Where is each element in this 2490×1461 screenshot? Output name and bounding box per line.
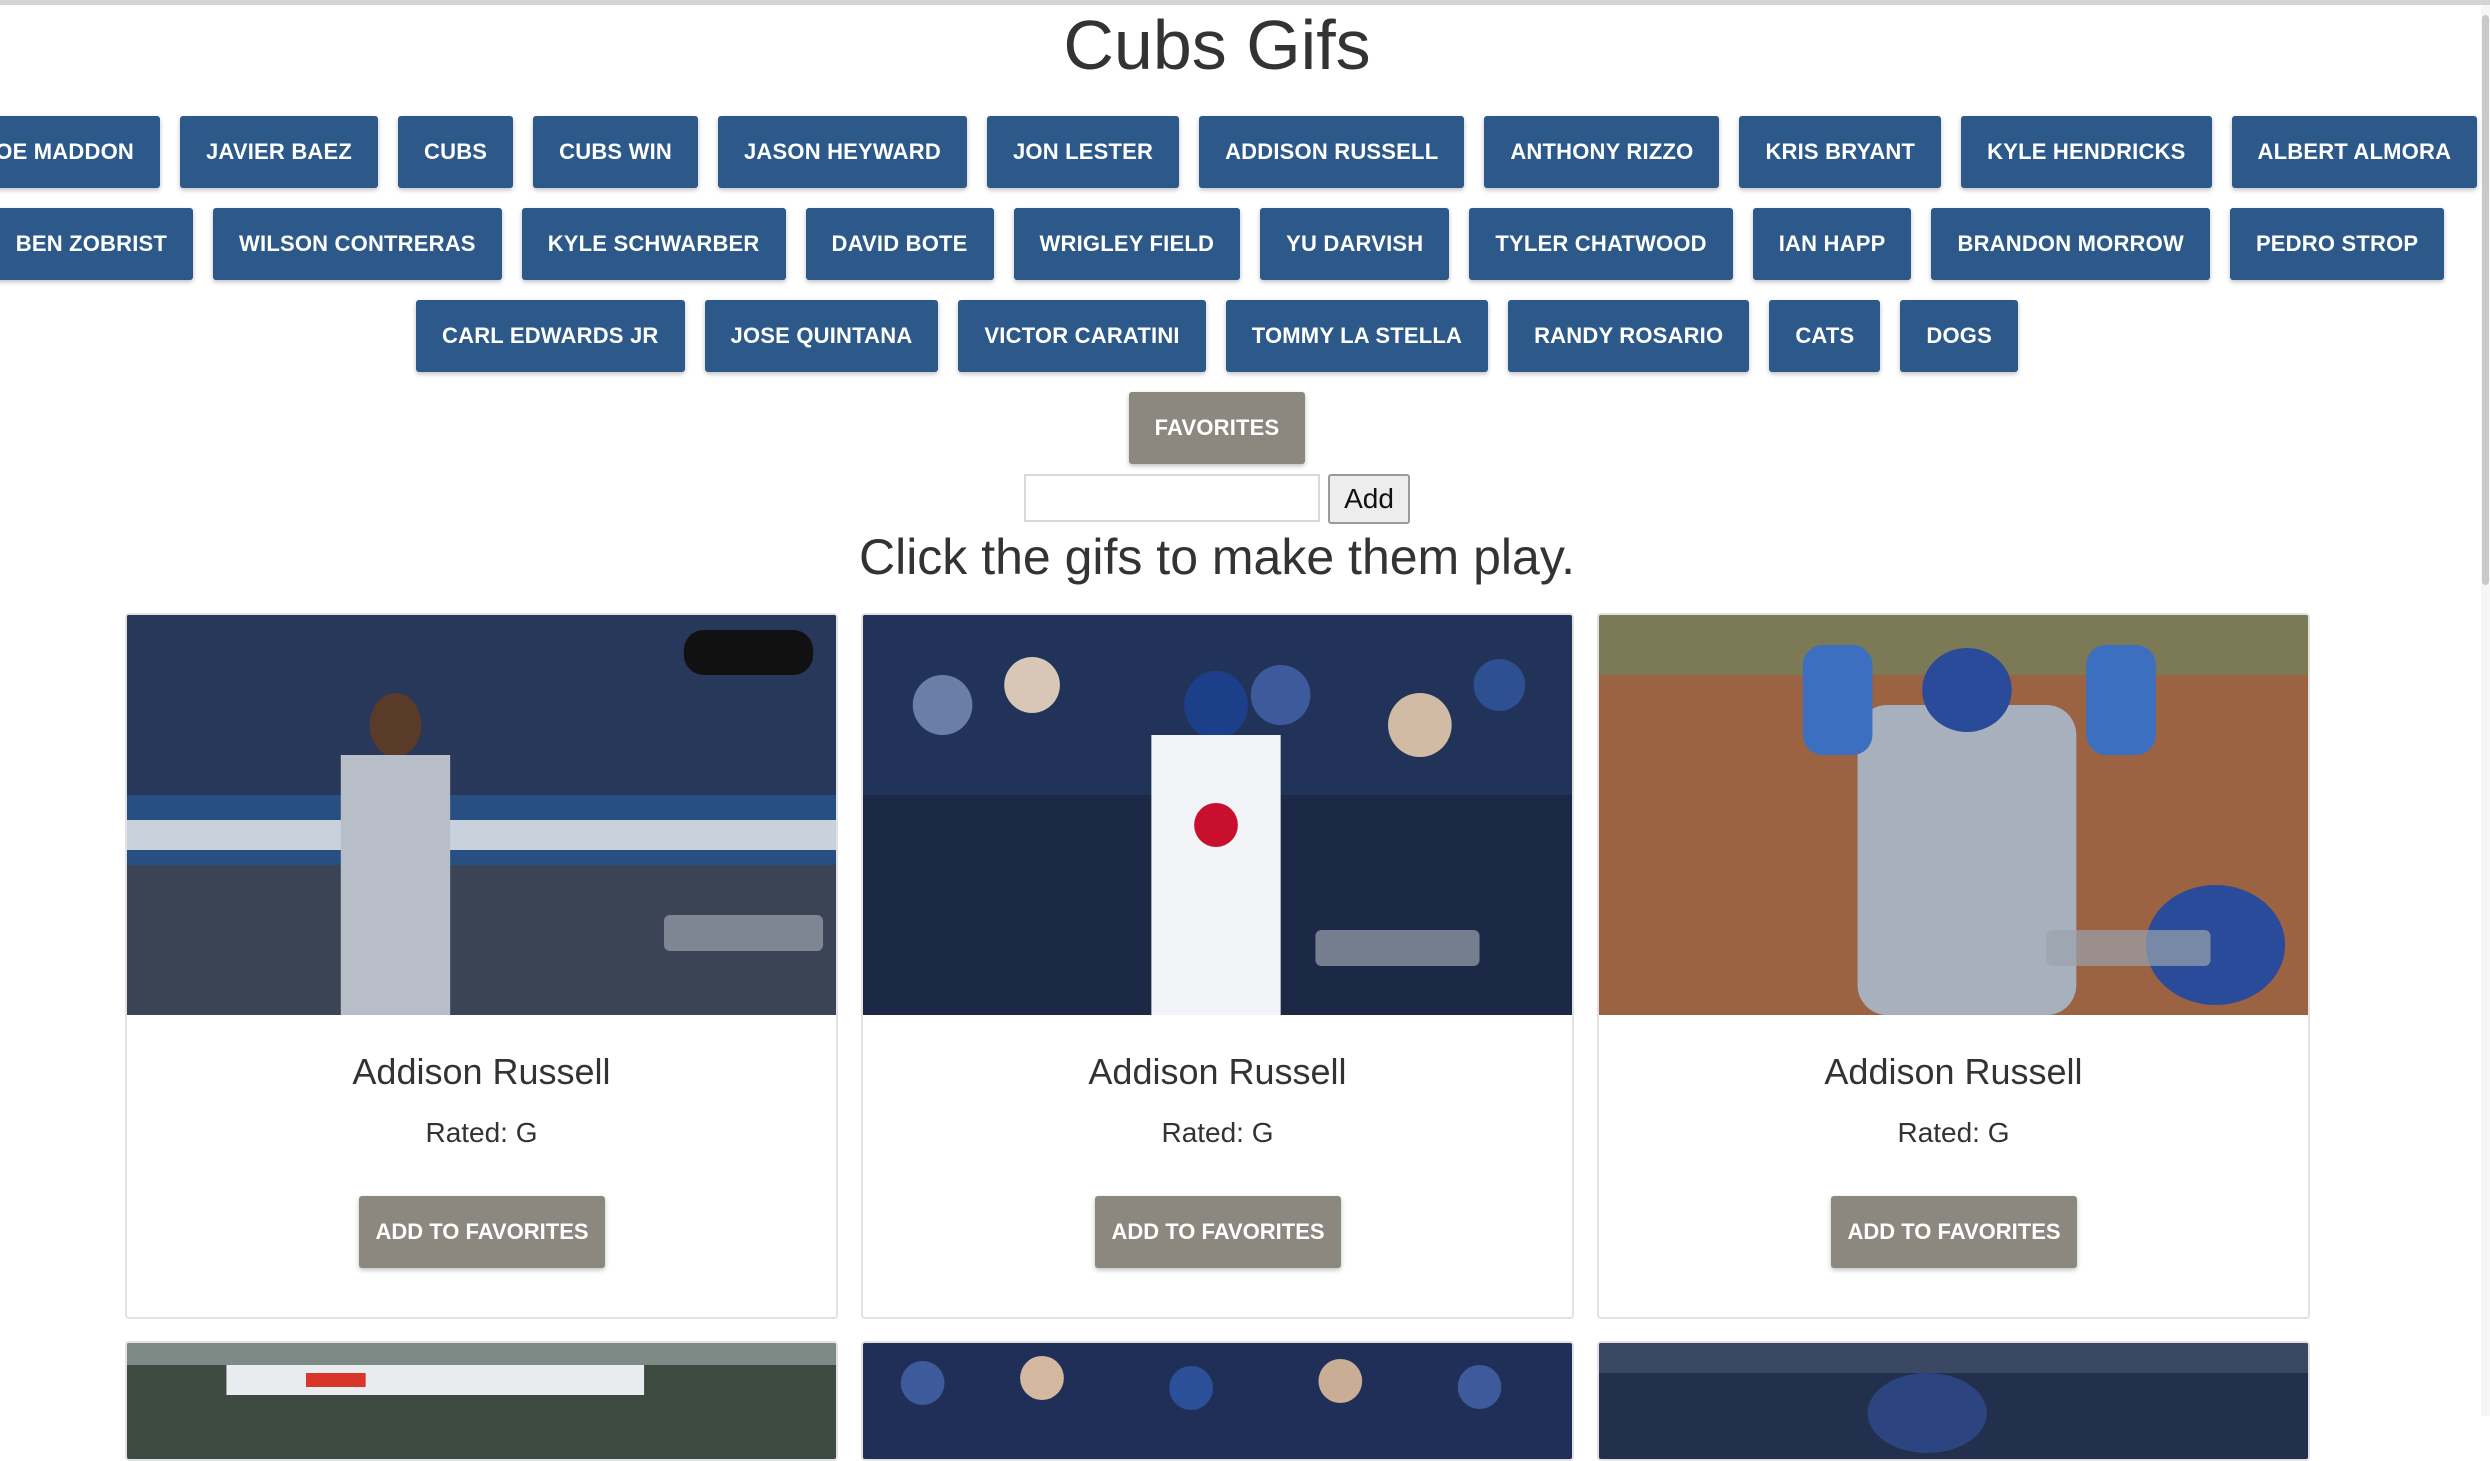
add-to-favorites-button[interactable]: Add to Favorites — [1831, 1196, 2077, 1268]
page-title: Cubs Gifs — [1063, 6, 1371, 84]
topic-button[interactable]: Kyle Schwarber — [521, 208, 786, 280]
gif-card — [1597, 1341, 2310, 1461]
topic-button[interactable]: Tyler Chatwood — [1469, 208, 1733, 280]
gif-title: Addison Russell — [1824, 1051, 2083, 1092]
gif-image[interactable] — [863, 615, 1572, 1015]
topic-button[interactable]: Javier Baez — [179, 116, 379, 188]
topic-row-1: Joe Maddon Javier Baez Cubs Cubs Win Jas… — [0, 116, 2478, 188]
topic-row-3: Carl Edwards Jr Jose Quintana Victor Car… — [0, 300, 2434, 372]
topic-button[interactable]: Cubs Win — [533, 116, 698, 188]
topic-button[interactable]: Addison Russell — [1199, 116, 1465, 188]
gif-image[interactable] — [1599, 1343, 2308, 1461]
topic-button[interactable]: Carl Edwards Jr — [416, 300, 685, 372]
gif-rating: Rated: G — [1161, 1117, 1274, 1148]
topic-button[interactable]: Tommy La Stella — [1225, 300, 1489, 372]
add-to-favorites-button[interactable]: Add to Favorites — [359, 1196, 605, 1268]
favorites-button[interactable]: Favorites — [1128, 392, 1306, 464]
add-topic-form: Add — [0, 474, 2434, 524]
topic-button[interactable]: Joe Maddon — [0, 116, 160, 188]
gif-rating: Rated: G — [425, 1117, 538, 1148]
topic-button[interactable]: Albert Almora — [2231, 116, 2478, 188]
new-topic-input[interactable] — [1024, 474, 1321, 522]
add-to-favorites-button[interactable]: Add to Favorites — [1095, 1196, 1341, 1268]
topic-button[interactable]: Pedro Strop — [2229, 208, 2445, 280]
topic-button[interactable]: Jon Lester — [986, 116, 1180, 188]
topic-button[interactable]: Anthony Rizzo — [1484, 116, 1720, 188]
add-topic-button[interactable]: Add — [1328, 474, 1410, 524]
topic-button[interactable]: Yu Darvish — [1260, 208, 1450, 280]
page-scrollbar[interactable] — [2481, 5, 2490, 1416]
gif-image[interactable] — [127, 615, 836, 1015]
topic-button[interactable]: Kris Bryant — [1739, 116, 1942, 188]
topic-button[interactable]: Victor Caratini — [958, 300, 1206, 372]
gif-card: Addison Russell Rated: G Add to Favorite… — [125, 613, 838, 1319]
gif-rating: Rated: G — [1897, 1117, 2010, 1148]
topic-button[interactable]: Wrigley Field — [1013, 208, 1241, 280]
topic-button[interactable]: Wilson Contreras — [213, 208, 502, 280]
gif-title: Addison Russell — [1088, 1051, 1347, 1092]
gif-card: Addison Russell Rated: G Add to Favorite… — [1597, 613, 2310, 1319]
topic-button[interactable]: Ian Happ — [1752, 208, 1912, 280]
favorites-row: Favorites — [0, 392, 2434, 464]
gif-title: Addison Russell — [352, 1051, 611, 1092]
gif-image[interactable] — [863, 1343, 1572, 1461]
topic-button[interactable]: Kyle Hendricks — [1961, 116, 2212, 188]
gif-card — [861, 1341, 1574, 1461]
scrollbar-thumb[interactable] — [2482, 15, 2489, 585]
topic-button[interactable]: Jason Heyward — [717, 116, 967, 188]
topic-button[interactable]: Randy Rosario — [1508, 300, 1750, 372]
topic-button[interactable]: Cats — [1769, 300, 1881, 372]
gif-card — [125, 1341, 838, 1461]
topic-button[interactable]: Ben Zobrist — [0, 208, 194, 280]
gif-image[interactable] — [1599, 615, 2308, 1015]
topic-button[interactable]: Cubs — [398, 116, 514, 188]
gif-image[interactable] — [127, 1343, 836, 1461]
topic-button[interactable]: Brandon Morrow — [1931, 208, 2210, 280]
gif-card: Addison Russell Rated: G Add to Favorite… — [861, 613, 1574, 1319]
instructions-text: Click the gifs to make them play. — [858, 529, 1575, 585]
topic-row-2: Ben Zobrist Wilson Contreras Kyle Schwar… — [0, 208, 2445, 280]
topic-button[interactable]: Dogs — [1900, 300, 2018, 372]
topic-button[interactable]: Jose Quintana — [704, 300, 939, 372]
topic-button[interactable]: David Bote — [805, 208, 994, 280]
